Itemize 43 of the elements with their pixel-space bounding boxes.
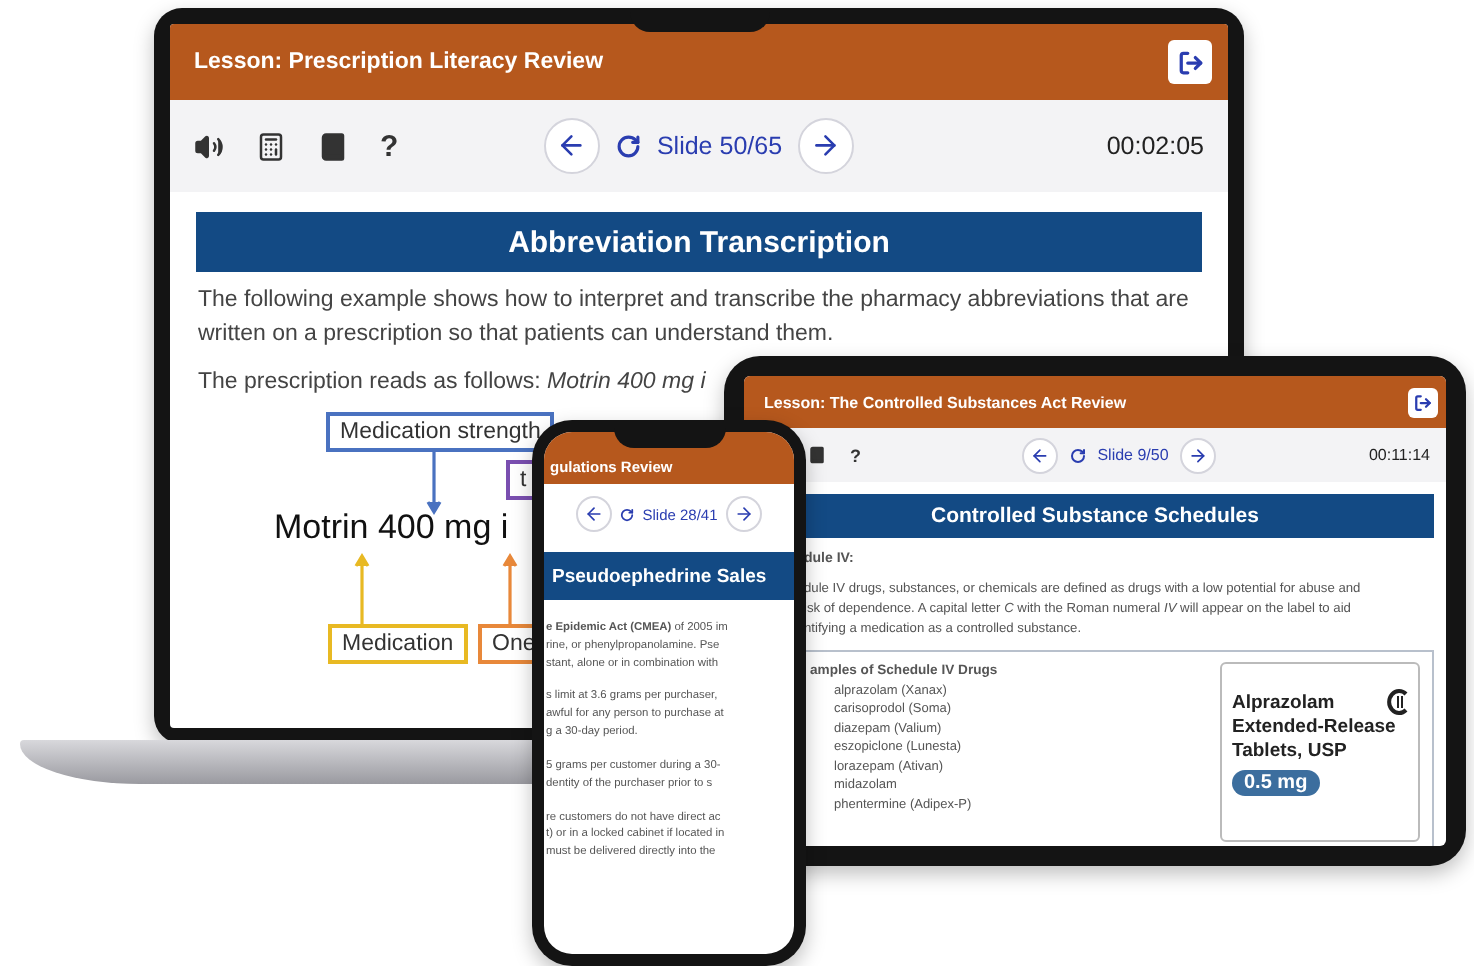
controlled-substance-icon: [1386, 687, 1410, 715]
lesson-title: Lesson: Prescription Literacy Review: [194, 50, 604, 74]
arrow-right-icon: [733, 504, 754, 524]
drug-name: Alprazolam: [1232, 691, 1335, 715]
refresh-icon[interactable]: [620, 507, 635, 521]
arrow-left-icon: [1029, 445, 1050, 465]
refresh-icon[interactable]: [615, 133, 641, 159]
body-text: The following example shows how to interpret and transcribe the pharmacy abbreviations that are written on a prescription so that patients can understand them.: [198, 286, 1191, 350]
diagram-label: Medication strength: [326, 412, 555, 453]
slide-heading: Pseudoephedrine Sales: [544, 552, 794, 600]
prescription-text: Motrin 400 mg i: [274, 508, 509, 549]
drug-name: Extended-Release: [1232, 715, 1396, 739]
speaker-icon[interactable]: [194, 131, 224, 161]
arrow: [502, 552, 518, 625]
lesson-title: Lesson: The Controlled Substances Act Review: [764, 393, 1127, 411]
next-button[interactable]: [725, 496, 762, 532]
slide-heading: Abbreviation Transcription: [196, 212, 1202, 272]
arrow-left-icon: [584, 504, 605, 524]
diagram-label: Medication: [328, 624, 468, 665]
arrow-right-icon: [1188, 445, 1209, 465]
arrow-left-icon: [556, 130, 588, 162]
slide-counter: Slide 50/65: [656, 132, 783, 160]
timer: 00:02:05: [1106, 132, 1204, 160]
slide-counter: Slide 9/50: [1097, 446, 1169, 464]
body-text: The prescription reads as follows: Motrin 400 mg i: [198, 368, 708, 399]
refresh-icon[interactable]: [1069, 447, 1086, 463]
next-button[interactable]: [1180, 437, 1217, 473]
exit-icon: [1414, 393, 1432, 411]
exit-button[interactable]: [1408, 387, 1438, 417]
previous-button[interactable]: [543, 118, 600, 174]
help-button[interactable]: ?: [850, 445, 861, 465]
previous-button[interactable]: [1021, 437, 1058, 473]
arrow: [426, 452, 442, 516]
calculator-icon[interactable]: [256, 131, 286, 161]
next-button[interactable]: [798, 118, 855, 174]
previous-button[interactable]: [576, 496, 613, 532]
drug-name: Tablets, USP: [1232, 739, 1347, 763]
exit-icon: [1177, 49, 1203, 75]
dose-badge: 0.5 mg: [1232, 769, 1320, 795]
timer: 00:11:14: [1368, 446, 1430, 464]
arrow: [354, 552, 370, 625]
exit-button[interactable]: [1168, 40, 1212, 84]
help-button[interactable]: ?: [380, 129, 399, 163]
